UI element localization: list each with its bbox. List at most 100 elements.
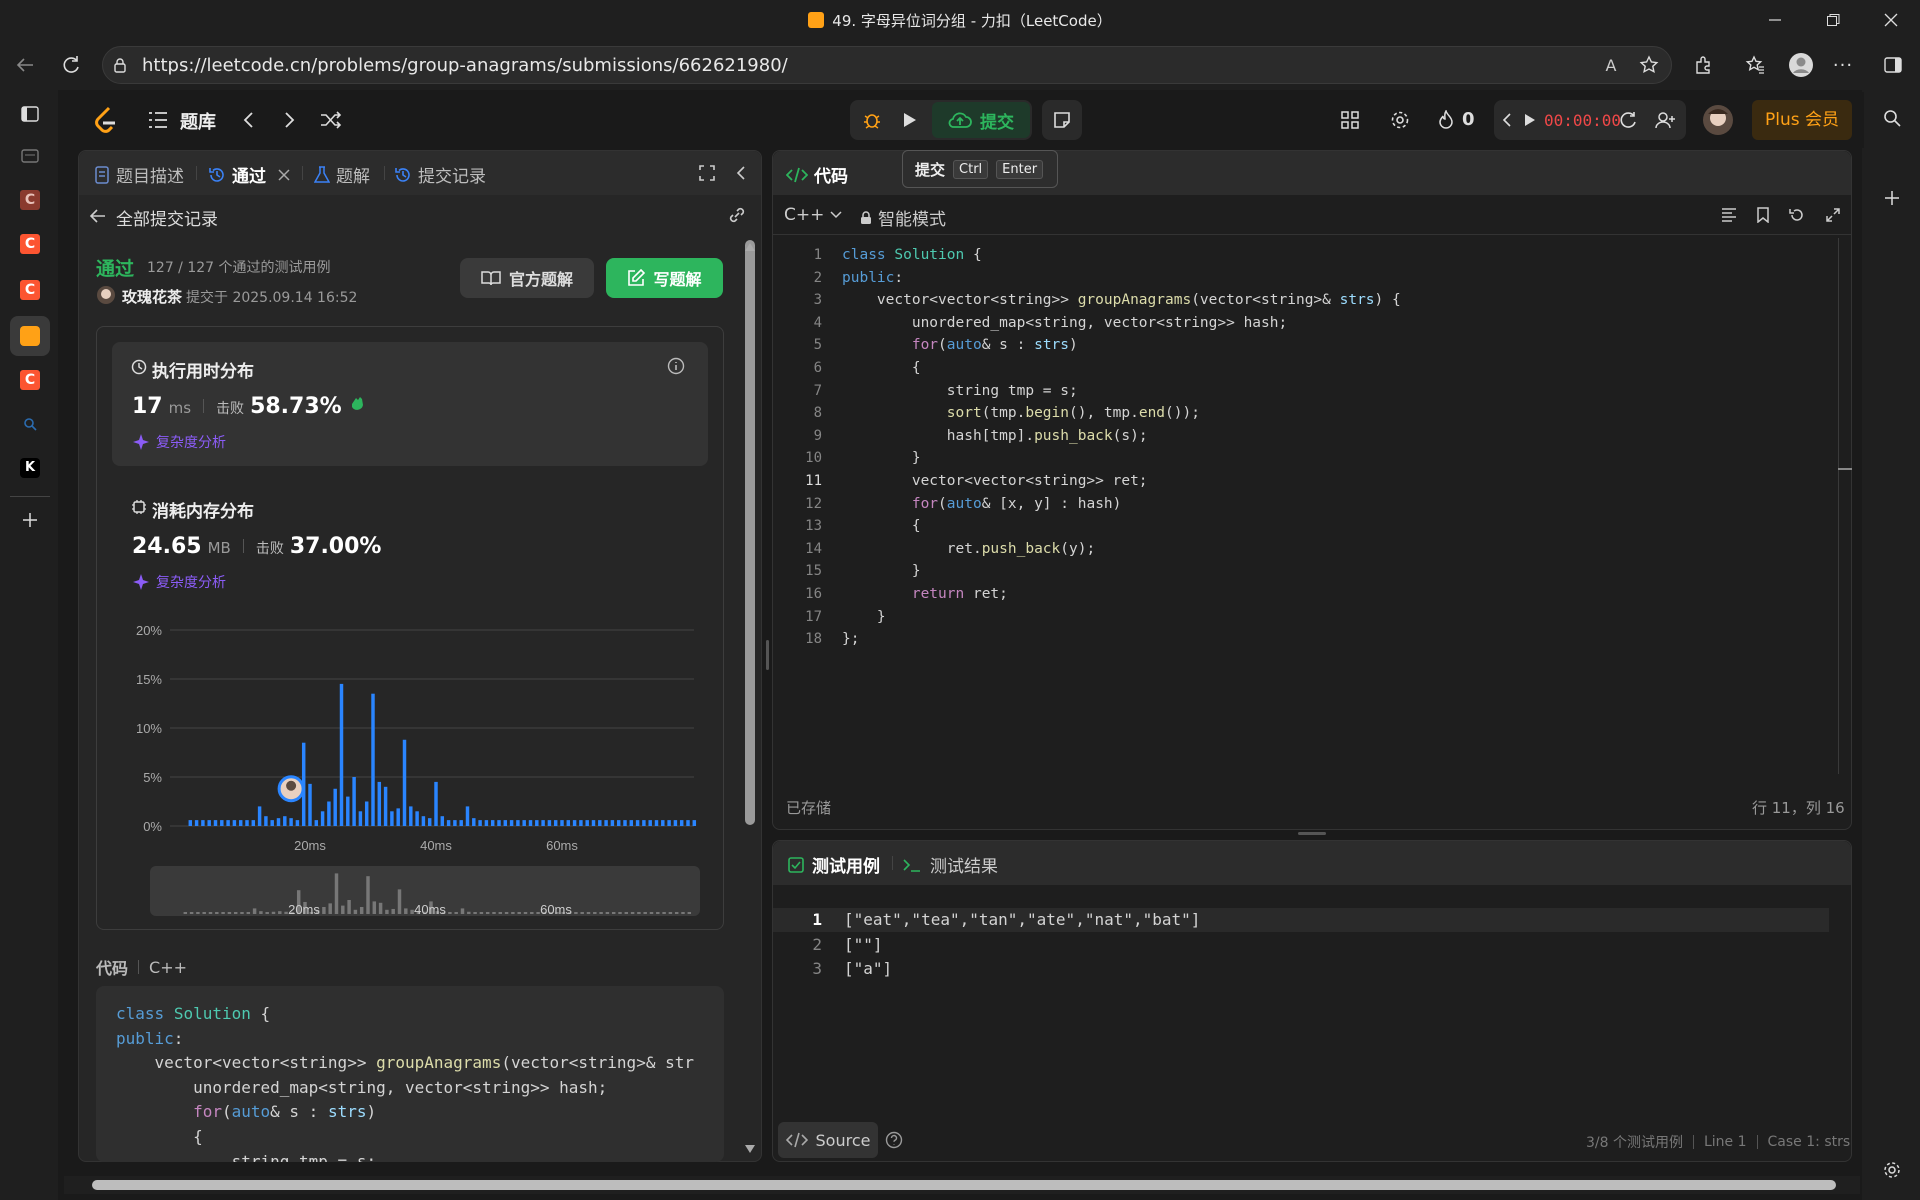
tab-testcases[interactable]: 测试用例 [788, 852, 880, 877]
more-menu-icon[interactable]: ··· [1830, 52, 1856, 78]
settings-icon[interactable] [1386, 106, 1414, 134]
panel-resize-handle[interactable] [766, 640, 769, 670]
read-aloud-icon[interactable]: A [1598, 52, 1624, 78]
close-window-icon[interactable] [1876, 8, 1906, 32]
run-button[interactable] [894, 104, 926, 136]
format-code-icon[interactable] [1716, 202, 1742, 228]
tab-description[interactable]: 题目描述 [94, 162, 184, 187]
tab-csdn-icon[interactable]: C [16, 186, 44, 214]
language-select[interactable]: C++ [784, 205, 842, 225]
leetcode-logo-icon[interactable] [88, 102, 124, 138]
code-line[interactable]: } [842, 560, 1401, 583]
settings-gear-icon[interactable] [1878, 1156, 1906, 1184]
profile-avatar-icon[interactable] [1786, 50, 1816, 80]
horizontal-scrollbar-thumb[interactable] [92, 1180, 1836, 1190]
problem-list-icon[interactable] [146, 108, 170, 132]
expand-editor-icon[interactable] [1820, 202, 1846, 228]
timer-play-icon[interactable] [1518, 108, 1542, 132]
code-line[interactable]: for(auto& [x, y] : hash) [842, 493, 1401, 516]
testcase-input[interactable]: ["eat","tea","tan","ate","nat","bat"] [""… [844, 908, 1200, 982]
tab-csdn-icon[interactable]: C [16, 276, 44, 304]
tab-leetcode-active-icon[interactable] [10, 316, 50, 356]
editor-tab[interactable]: 代码 [786, 162, 848, 187]
refresh-icon[interactable] [56, 50, 86, 80]
favorite-star-icon[interactable] [1636, 52, 1662, 78]
close-tab-icon[interactable] [278, 168, 290, 181]
left-panel-scrollbar[interactable] [745, 240, 755, 825]
scroll-up-icon[interactable] [743, 240, 757, 254]
code-line[interactable]: vector<vector<string>> groupAnagrams(vec… [842, 289, 1401, 312]
tab-k-icon[interactable]: K [16, 454, 44, 482]
code-editor[interactable]: class Solution {public: vector<vector<st… [842, 244, 1401, 651]
runtime-distribution-chart[interactable]: 0% 5% 10% 15% 20% 20ms 20ms 40ms 40ms 60ms 60ms [112, 612, 712, 922]
code-line[interactable]: vector<vector<string>> ret; [842, 470, 1401, 493]
debug-icon[interactable] [856, 104, 888, 136]
editor-scrollbar-track[interactable] [1838, 238, 1839, 774]
scroll-down-icon[interactable] [743, 1142, 757, 1156]
timer-reset-icon[interactable] [1614, 106, 1642, 134]
random-problem-icon[interactable] [316, 106, 346, 134]
collapse-panel-icon[interactable] [728, 160, 754, 186]
fullscreen-icon[interactable] [694, 160, 720, 186]
notes-button[interactable] [1042, 100, 1082, 140]
code-line[interactable]: sort(tmp.begin(), tmp.end()); [842, 402, 1401, 425]
tab-actions-icon[interactable] [16, 100, 44, 128]
code-line[interactable]: return ret; [842, 583, 1401, 606]
code-line[interactable]: { [842, 515, 1401, 538]
bookmark-icon[interactable] [1750, 202, 1776, 228]
submit-button[interactable]: 提交 [932, 102, 1030, 138]
testcase-line[interactable]: ["a"] [844, 957, 1200, 982]
restore-icon[interactable] [1818, 8, 1848, 32]
tab-accepted[interactable]: 通过 [208, 162, 290, 187]
smart-mode-toggle[interactable]: 智能模式 [860, 205, 946, 230]
streak-flame-icon[interactable] [1434, 106, 1458, 134]
tab-test-results[interactable]: 测试结果 [902, 852, 998, 877]
layout-icon[interactable] [1336, 106, 1364, 134]
code-line[interactable]: public: [842, 267, 1401, 290]
tab-search-icon[interactable] [16, 410, 44, 438]
next-problem-icon[interactable] [276, 106, 304, 134]
all-submissions-link[interactable]: 全部提交记录 [116, 205, 218, 230]
code-line[interactable]: } [842, 447, 1401, 470]
minimize-icon[interactable] [1760, 8, 1790, 32]
prev-problem-icon[interactable] [234, 106, 262, 134]
add-friend-icon[interactable] [1652, 106, 1680, 134]
submitter-name[interactable]: 玫瑰花茶 [122, 286, 182, 307]
runtime-analysis-link[interactable]: 复杂度分析 [132, 432, 226, 452]
write-solution-button[interactable]: 写题解 [606, 258, 723, 298]
official-solution-button[interactable]: 官方题解 [460, 258, 594, 298]
tab-csdn-icon[interactable]: C [16, 230, 44, 258]
reset-code-icon[interactable] [1784, 202, 1810, 228]
user-avatar[interactable] [1700, 102, 1736, 138]
source-button[interactable]: Source [778, 1122, 878, 1158]
tab-csdn-icon[interactable]: C [16, 366, 44, 394]
tab-solutions[interactable]: 题解 [314, 162, 370, 187]
info-icon[interactable] [666, 356, 686, 376]
timer-collapse-icon[interactable] [1498, 108, 1516, 132]
favorites-icon[interactable] [1742, 52, 1768, 78]
share-link-icon[interactable] [724, 202, 750, 228]
code-line[interactable]: for(auto& s : strs) [842, 334, 1401, 357]
code-line[interactable]: ret.push_back(y); [842, 538, 1401, 561]
extensions-icon[interactable] [1690, 52, 1716, 78]
code-line[interactable]: class Solution { [842, 244, 1401, 267]
code-line[interactable]: } [842, 606, 1401, 629]
help-icon[interactable] [884, 1130, 904, 1150]
plus-member-button[interactable]: Plus 会员 [1752, 100, 1852, 140]
sidebar-toggle-icon[interactable] [1880, 52, 1906, 78]
code-line[interactable]: unordered_map<string, vector<string>> ha… [842, 312, 1401, 335]
code-line[interactable]: hash[tmp].push_back(s); [842, 425, 1401, 448]
lock-icon[interactable] [110, 55, 130, 75]
testcase-line[interactable]: [""] [844, 933, 1200, 958]
code-line[interactable]: }; [842, 628, 1401, 651]
tab-leetcode-icon[interactable] [16, 142, 44, 170]
vertical-resize-handle[interactable] [1298, 832, 1326, 835]
back-icon[interactable] [10, 50, 40, 80]
memory-analysis-link[interactable]: 复杂度分析 [132, 572, 226, 592]
problem-bank-link[interactable]: 题库 [180, 108, 216, 134]
code-line[interactable]: string tmp = s; [842, 380, 1401, 403]
new-tab-icon[interactable] [16, 506, 44, 534]
add-sidebar-app-icon[interactable] [1878, 184, 1906, 212]
back-arrow-icon[interactable] [86, 204, 110, 228]
testcase-line[interactable]: ["eat","tea","tan","ate","nat","bat"] [844, 908, 1200, 933]
